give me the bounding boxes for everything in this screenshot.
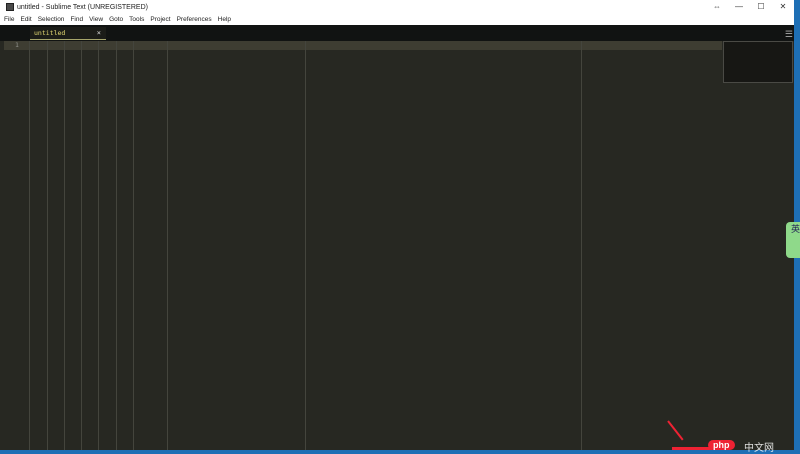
current-line-highlight — [4, 41, 722, 50]
tab-bar: untitled × ☰ — [0, 25, 794, 41]
menu-bar: File Edit Selection Find View Goto Tools… — [0, 14, 794, 25]
indent-guide — [29, 41, 30, 450]
line-number: 1 — [15, 41, 19, 49]
watermark-cn: 中文网 — [744, 443, 774, 454]
menu-goto[interactable]: Goto — [109, 16, 123, 23]
indent-guide — [81, 41, 82, 450]
editor-area[interactable]: 1 — [4, 41, 793, 450]
menu-preferences[interactable]: Preferences — [177, 16, 212, 23]
app-icon — [6, 3, 14, 11]
indent-guide — [47, 41, 48, 450]
indent-guide — [133, 41, 134, 450]
menu-file[interactable]: File — [4, 16, 14, 23]
menu-view[interactable]: View — [89, 16, 103, 23]
resize-icon[interactable]: ⇔ — [706, 0, 728, 14]
ruler — [305, 41, 306, 450]
menu-find[interactable]: Find — [70, 16, 83, 23]
menu-edit[interactable]: Edit — [20, 16, 31, 23]
menu-selection[interactable]: Selection — [38, 16, 65, 23]
indent-guide — [167, 41, 168, 450]
maximize-button[interactable]: ☐ — [750, 0, 772, 14]
indent-guide — [116, 41, 117, 450]
close-button[interactable]: ✕ — [772, 0, 794, 14]
indent-guide — [64, 41, 65, 450]
menu-icon[interactable]: ☰ — [785, 29, 793, 40]
menu-help[interactable]: Help — [218, 16, 231, 23]
minimap[interactable] — [723, 41, 793, 83]
watermark: php 中文网 — [672, 438, 800, 454]
window-title: untitled - Sublime Text (UNREGISTERED) — [17, 3, 148, 11]
menu-tools[interactable]: Tools — [129, 16, 144, 23]
ime-widget[interactable]: 英 — [786, 222, 800, 258]
tab-untitled[interactable]: untitled × — [30, 27, 106, 40]
close-tab-icon[interactable]: × — [97, 29, 101, 37]
ruler — [581, 41, 582, 450]
minimize-button[interactable]: — — [728, 0, 750, 14]
menu-project[interactable]: Project — [150, 16, 170, 23]
title-bar: untitled - Sublime Text (UNREGISTERED) ⇔… — [0, 0, 794, 14]
tab-label: untitled — [34, 29, 66, 37]
sublime-window: untitled - Sublime Text (UNREGISTERED) ⇔… — [0, 0, 794, 450]
watermark-php: php — [708, 440, 735, 450]
indent-guide — [98, 41, 99, 450]
